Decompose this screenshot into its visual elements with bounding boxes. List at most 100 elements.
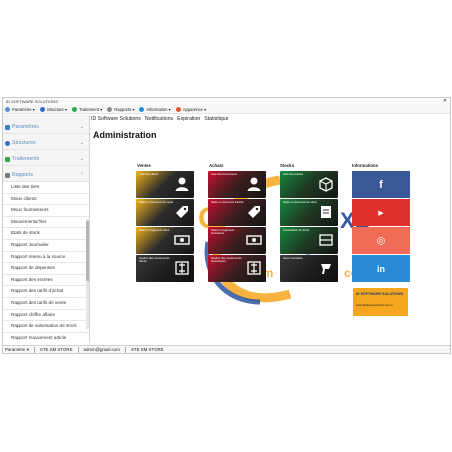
menu-label: Information ▾ xyxy=(146,106,171,112)
column-title-achats: Achats xyxy=(209,163,224,168)
close-icon[interactable]: ✕ xyxy=(443,98,447,105)
nav-expiration[interactable]: Expiration xyxy=(177,116,200,122)
status-parametre[interactable]: Paramètre ▾ xyxy=(5,347,29,353)
report-list: Liste des tiers Mouv clients Mouv fourni… xyxy=(3,182,89,343)
tile-label: Liste des clients xyxy=(139,173,159,176)
tile-gerer-inventaire[interactable]: Gérer Inventaire xyxy=(280,255,338,282)
tile-consultation-stock[interactable]: Consultation de Stock xyxy=(280,227,338,254)
section-label: Structures xyxy=(12,140,36,146)
tile-label: Liste des fournisseurs xyxy=(211,173,238,176)
sidebar-item[interactable]: Mouv clients xyxy=(3,193,89,206)
tile-liste-fournisseurs[interactable]: Liste des fournisseurs xyxy=(208,171,266,198)
sidebar-section-traitements[interactable]: Traitements ⌄ xyxy=(3,153,89,166)
linkedin-link[interactable]: in xyxy=(352,255,410,282)
sidebar-item[interactable]: Rapport des tarifs d'achat xyxy=(3,286,89,298)
sidebar-item[interactable]: Etats de stock xyxy=(3,228,89,240)
tile-label: Consultation de Stock xyxy=(283,229,310,232)
tag-icon xyxy=(176,206,188,218)
menu-information[interactable]: Information ▾ xyxy=(139,106,171,112)
cart-icon xyxy=(5,156,10,162)
logo-website: www.idsoftwaresolutions.com.tn xyxy=(356,304,393,307)
sidebar-item[interactable]: Rapport de depenses xyxy=(3,263,89,275)
tile-reglement-fournisseur[interactable]: Saisir un reglement fournisseur xyxy=(208,227,266,254)
window-title: ID SOFTWARE SOLUTIONS xyxy=(6,99,58,104)
facebook-icon: f xyxy=(379,178,383,191)
menu-bar: Paramètre ▾ Structure ▾ Traitement ▾ Rap… xyxy=(3,105,450,114)
logo-name: ID SOFTWARE SOLUTIONS xyxy=(356,292,403,296)
youtube-link[interactable]: ▶ xyxy=(352,199,410,226)
tile-liste-articles[interactable]: Liste des articles xyxy=(280,171,338,198)
nav-notifications[interactable]: Notifications xyxy=(145,116,173,122)
tile-document-stock[interactable]: Saisir un document de stock xyxy=(280,199,338,226)
linkedin-icon: in xyxy=(377,263,385,274)
sidebar-item[interactable]: Rapport de valorisation de stock xyxy=(3,321,89,333)
sidebar-item[interactable]: Rapport retenu à la source xyxy=(3,251,89,264)
settings-icon xyxy=(5,124,10,130)
palette-icon xyxy=(175,106,181,112)
sidebar-item[interactable]: Rapport des entrées xyxy=(3,274,89,287)
sidebar-item[interactable]: Mouv fournisseurs xyxy=(3,205,89,217)
tile-mouvements-fournisseurs[interactable]: Gestion des mouvements fournisseurs xyxy=(208,255,266,282)
sidebar-item[interactable]: Rapport chiffre affaire xyxy=(3,309,89,322)
document-icon xyxy=(321,206,331,218)
sidebar-section-structures[interactable]: Structures ⌄ xyxy=(3,137,89,150)
tile-label: Gestion des mouvements clients xyxy=(139,257,170,264)
status-user-email: admin@gmail.com xyxy=(83,347,120,352)
menu-label: Rapports ▾ xyxy=(114,106,135,112)
report-icon xyxy=(107,106,113,112)
company-logo: ID SOFTWARE SOLUTIONS www.idsoftwaresolu… xyxy=(353,288,408,316)
nav-statistique[interactable]: Statistique xyxy=(204,116,228,122)
menu-structure[interactable]: Structure ▾ xyxy=(39,106,67,112)
status-store-secondary: STE SM STORE xyxy=(130,347,164,352)
tile-label: Liste des articles xyxy=(283,173,304,176)
top-navigation: ID Software Solutions Notifications Expi… xyxy=(91,116,232,122)
sidebar-item[interactable]: Liste des tiers xyxy=(3,182,89,194)
menu-label: Apparence ▾ xyxy=(182,106,207,112)
tile-liste-clients[interactable]: Liste des clients xyxy=(136,171,194,198)
cash-icon xyxy=(246,235,262,245)
transfer-icon xyxy=(175,261,189,275)
youtube-icon: ▶ xyxy=(378,209,384,217)
report-icon xyxy=(5,172,10,178)
user-icon xyxy=(247,177,261,191)
transfer-icon xyxy=(247,261,261,275)
user-icon xyxy=(175,177,189,191)
facebook-link[interactable]: f xyxy=(352,171,410,198)
instagram-icon: ◎ xyxy=(376,235,386,246)
sidebar-item[interactable]: Rapport des tarifs de vente xyxy=(3,297,89,310)
tile-document-vente[interactable]: Saisir un document de vente xyxy=(136,199,194,226)
menu-apparence[interactable]: Apparence ▾ xyxy=(175,106,207,112)
section-label: Rapports xyxy=(12,172,34,178)
tile-label: Gérer Inventaire xyxy=(283,257,303,260)
menu-parametre[interactable]: Paramètre ▾ xyxy=(5,106,35,112)
chevron-down-icon: ⌄ xyxy=(79,156,84,162)
column-title-stocks: Stocks xyxy=(280,163,295,168)
sidebar-item[interactable]: Rapport Journalier xyxy=(3,239,89,252)
sidebar-section-parametres[interactable]: Paramètres ⌄ xyxy=(3,121,89,134)
menu-rapports[interactable]: Rapports ▾ xyxy=(107,106,135,112)
tile-label: Saisir un reglement client xyxy=(139,229,170,232)
instagram-link[interactable]: ◎ xyxy=(352,227,410,254)
tile-label: Gestion des mouvements fournisseurs xyxy=(211,257,242,264)
chevron-down-icon: ⌄ xyxy=(79,140,84,146)
tag-icon xyxy=(248,206,260,218)
info-icon xyxy=(139,106,145,112)
tile-label: Saisir un document d'achat xyxy=(211,201,244,204)
tile-mouvements-clients[interactable]: Gestion des mouvements clients xyxy=(136,255,194,282)
tile-document-achat[interactable]: Saisir un document d'achat xyxy=(208,199,266,226)
barcode-scanner-icon xyxy=(321,264,331,274)
divider xyxy=(124,346,126,353)
tile-reglement-client[interactable]: Saisir un reglement client xyxy=(136,227,194,254)
box-icon xyxy=(319,177,333,192)
sidebar-section-rapports[interactable]: Rapports ⌃ xyxy=(3,169,89,182)
gear-icon xyxy=(5,106,10,112)
section-label: Paramètres xyxy=(12,124,39,130)
chevron-up-icon: ⌃ xyxy=(79,172,84,178)
sidebar-item[interactable]: Rapport mouvement article xyxy=(3,332,89,343)
nav-id-software[interactable]: ID Software Solutions xyxy=(91,116,141,122)
menu-traitement[interactable]: Traitement ▾ xyxy=(72,106,102,112)
scrollbar-thumb[interactable] xyxy=(86,221,89,281)
sidebar-item[interactable]: Mouvements/Tier xyxy=(3,216,89,229)
divider xyxy=(77,346,79,353)
cash-icon xyxy=(174,235,190,245)
